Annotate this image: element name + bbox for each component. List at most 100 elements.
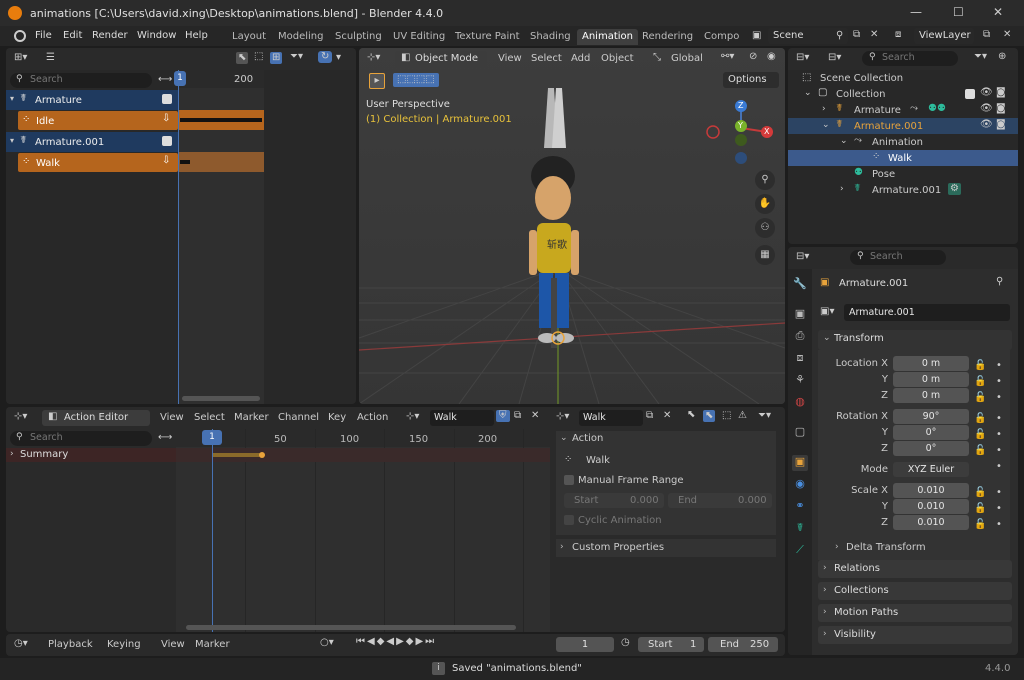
keyframe-dots[interactable]: • • • bbox=[996, 485, 1002, 533]
collection-tab-icon[interactable]: ▢ bbox=[792, 425, 808, 441]
rotation-mode-select[interactable]: XYZ Euler bbox=[893, 462, 969, 477]
expand-icon[interactable]: › bbox=[822, 105, 826, 114]
tool-tab-icon[interactable]: 🔧 bbox=[792, 277, 808, 293]
tab-uv-editing[interactable]: UV Editing bbox=[388, 29, 450, 45]
rotation-z-field[interactable]: 0° bbox=[893, 441, 969, 456]
view-layer-tab-icon[interactable]: ⧈ bbox=[792, 351, 808, 367]
tab-rendering[interactable]: Rendering bbox=[637, 29, 698, 45]
editor-type-icon[interactable]: ⊹▾ bbox=[14, 412, 27, 422]
editor-type-icon[interactable]: ⊹▾ bbox=[367, 53, 380, 63]
action-menu-key[interactable]: Key bbox=[328, 412, 346, 423]
auto-key-icon[interactable]: ○▾ bbox=[320, 638, 334, 648]
tab-sculpting[interactable]: Sculpting bbox=[330, 29, 387, 45]
editor-type-icon[interactable]: ◷▾ bbox=[14, 639, 28, 649]
filter-icon[interactable]: ⏷▾ bbox=[974, 52, 987, 62]
clock-icon[interactable]: ◷ bbox=[621, 638, 630, 648]
zoom-icon[interactable]: ⚲ bbox=[755, 170, 775, 190]
display-mode-icon[interactable]: ⊟▾ bbox=[828, 53, 841, 63]
menu-help[interactable]: Help bbox=[185, 30, 208, 41]
delta-transform-header[interactable]: › Delta Transform bbox=[826, 540, 1006, 556]
snap-icon[interactable]: ⊞ bbox=[270, 52, 283, 64]
nla-strip-walk[interactable] bbox=[180, 160, 190, 164]
keyframe-end[interactable] bbox=[259, 452, 265, 458]
proportional-icon[interactable]: ◉ bbox=[767, 52, 776, 62]
manual-range-checkbox[interactable] bbox=[564, 475, 574, 485]
warning-icon[interactable]: ⚠ bbox=[738, 411, 747, 421]
unlink-action-icon[interactable]: ✕ bbox=[531, 411, 539, 421]
checkbox-icon[interactable] bbox=[162, 136, 172, 146]
playhead-marker[interactable]: 1 bbox=[174, 71, 186, 86]
select-tool-icon[interactable]: ⬉ bbox=[236, 52, 249, 64]
expand-icon[interactable]: › bbox=[840, 185, 844, 194]
checkbox-icon[interactable] bbox=[965, 89, 975, 99]
transform-orientation-select[interactable]: Global bbox=[671, 53, 703, 64]
close-button[interactable]: ✕ bbox=[993, 5, 1003, 19]
action-name-field[interactable]: Walk bbox=[430, 410, 494, 426]
collections-panel-header[interactable]: › Collections bbox=[818, 582, 1012, 600]
tab-shading[interactable]: Shading bbox=[525, 29, 576, 45]
rotation-x-field[interactable]: 90° bbox=[893, 409, 969, 424]
dopesheet-scrollbar[interactable] bbox=[186, 625, 516, 630]
timeline-menu-view[interactable]: View bbox=[161, 639, 185, 650]
outliner-row-armature-001[interactable]: ⌄ ☤ Armature.001 👁 ◙ bbox=[788, 118, 1018, 134]
playback-controls[interactable]: ⏮◀◆◀▶◆▶⏭ bbox=[356, 637, 436, 647]
pan-hand-icon[interactable]: ✋ bbox=[755, 194, 775, 214]
push-down-icon[interactable]: ⇩ bbox=[162, 156, 170, 166]
action-panel-header[interactable]: ⌄ Action bbox=[556, 431, 776, 447]
camera-icon[interactable]: ◙ bbox=[996, 88, 1006, 98]
physics-tab-icon[interactable]: ◉ bbox=[792, 477, 808, 493]
lock-icons[interactable]: 🔓 🔓 🔓 bbox=[974, 485, 986, 533]
timeline-menu-keying[interactable]: Keying bbox=[107, 639, 141, 650]
lock-icons[interactable]: 🔓 🔓 🔓 bbox=[974, 358, 986, 406]
action-editor-mode-select[interactable]: Action Editor bbox=[42, 410, 150, 426]
expand-icon[interactable]: ⌄ bbox=[822, 121, 830, 130]
new-scene-icon[interactable]: ⧉ bbox=[853, 30, 860, 40]
render-tab-icon[interactable]: ▣ bbox=[792, 307, 808, 323]
select-tool-icon[interactable]: ⬉ bbox=[687, 410, 695, 420]
world-tab-icon[interactable]: ◍ bbox=[792, 395, 808, 411]
pivot-icon[interactable]: ⚯▾ bbox=[721, 52, 734, 62]
delete-scene-icon[interactable]: ✕ bbox=[870, 30, 878, 40]
viewport-menu-object[interactable]: Object bbox=[601, 53, 634, 64]
slot-name-field[interactable]: Walk bbox=[579, 410, 643, 426]
keyframe-strip[interactable] bbox=[213, 453, 261, 457]
action-menu-view[interactable]: View bbox=[160, 412, 184, 423]
outliner-row-scene-collection[interactable]: ⬚ Scene Collection bbox=[788, 70, 1018, 86]
scene-tab-icon[interactable]: ⚘ bbox=[792, 373, 808, 389]
bone-tab-icon[interactable]: ⟋ bbox=[792, 543, 808, 559]
nla-strip-channel-walk[interactable]: ⁘ Walk ⇩ bbox=[18, 153, 178, 172]
chevron-right-icon[interactable]: › bbox=[10, 450, 14, 459]
expand-icon[interactable]: ⌄ bbox=[804, 89, 812, 98]
outliner-row-pose[interactable]: ⚉ Pose bbox=[788, 166, 1018, 182]
tab-modeling[interactable]: Modeling bbox=[273, 29, 329, 45]
lock-icons[interactable]: 🔓 🔓 🔓 bbox=[974, 411, 986, 459]
outliner-row-walk[interactable]: ⁘ Walk bbox=[788, 150, 1018, 166]
object-browse-icon[interactable]: ▣▾ bbox=[820, 307, 834, 317]
action-menu-marker[interactable]: Marker bbox=[234, 412, 269, 423]
object-name-field[interactable]: Armature.001 bbox=[844, 304, 1010, 321]
viewport-menu-add[interactable]: Add bbox=[571, 53, 590, 64]
nla-track-armature-001[interactable]: ▾ ☤ Armature.001 bbox=[6, 132, 178, 152]
checkbox-icon[interactable] bbox=[162, 94, 172, 104]
duplicate-slot-icon[interactable]: ⧉ bbox=[646, 411, 653, 421]
action-menu-action[interactable]: Action bbox=[357, 412, 388, 423]
scale-y-field[interactable]: 0.010 bbox=[893, 499, 969, 514]
viewport-menu-select[interactable]: Select bbox=[531, 53, 562, 64]
action-search-input[interactable]: Search bbox=[10, 431, 152, 446]
outliner-row-collection[interactable]: ⌄ ▢ Collection 👁 ◙ bbox=[788, 86, 1018, 102]
swap-icon[interactable]: ⟷ bbox=[158, 75, 172, 85]
fake-user-shield-icon[interactable]: ⛨ bbox=[496, 410, 510, 422]
editor-type-icon[interactable]: ⊞▾ bbox=[14, 53, 27, 63]
nla-track-armature[interactable]: ▾ ☤ Armature bbox=[6, 90, 178, 110]
action-menu-channel[interactable]: Channel bbox=[278, 412, 319, 423]
nla-strip-channel-idle[interactable]: ⁘ Idle ⇩ bbox=[18, 111, 178, 130]
pin-icon[interactable]: ⚲ bbox=[836, 31, 843, 41]
tab-layout[interactable]: Layout bbox=[227, 29, 271, 45]
menu-window[interactable]: Window bbox=[137, 30, 176, 41]
scale-z-field[interactable]: 0.010 bbox=[893, 515, 969, 530]
camera-icon[interactable]: ◙ bbox=[996, 120, 1006, 130]
timeline-menu-marker[interactable]: Marker bbox=[195, 639, 230, 650]
blender-menu-icon[interactable] bbox=[14, 30, 26, 42]
keyframe-dots[interactable]: • • • bbox=[996, 358, 1002, 406]
nla-strip-area[interactable]: 200 1 bbox=[174, 70, 264, 404]
